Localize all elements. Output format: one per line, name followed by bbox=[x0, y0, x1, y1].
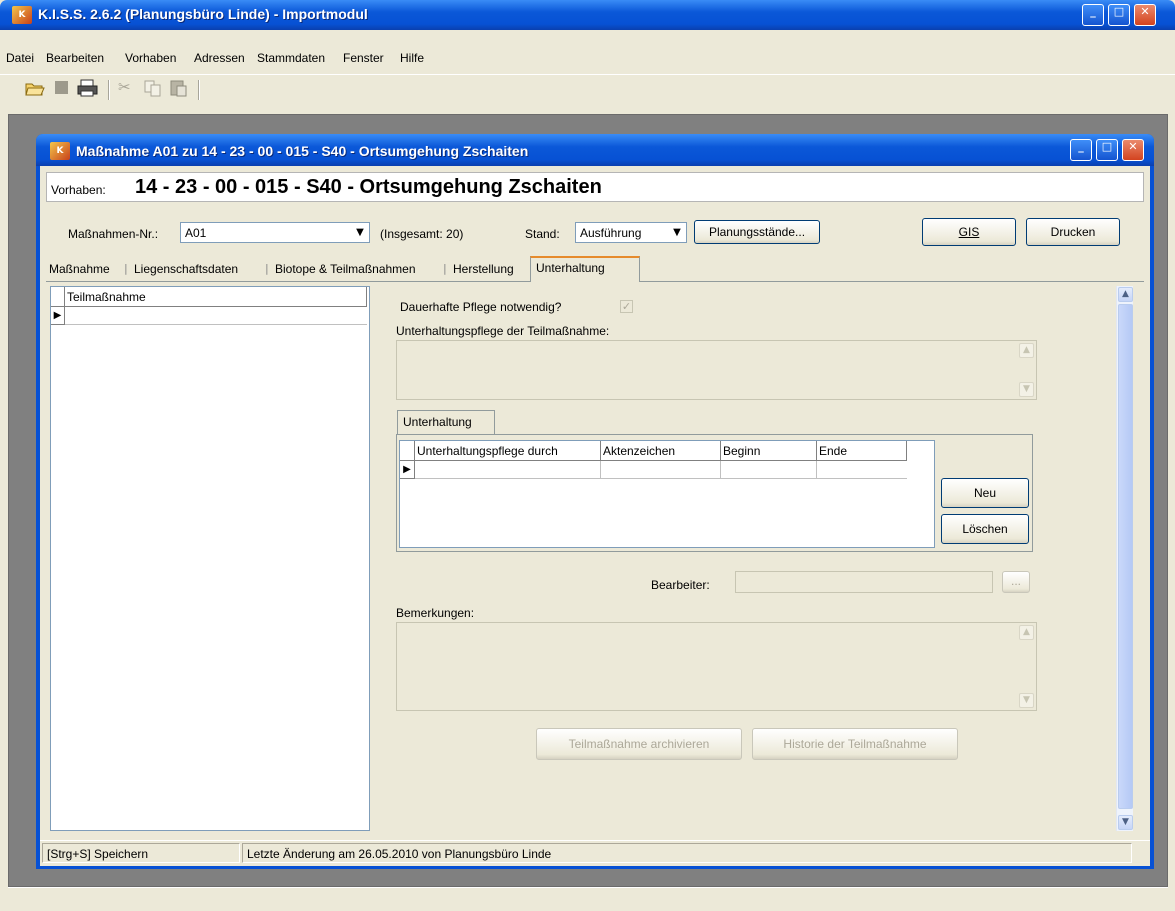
column-ende[interactable]: Ende bbox=[817, 441, 907, 461]
vertical-scrollbar[interactable]: ▲ ▼ bbox=[1116, 286, 1133, 831]
toolbar-separator bbox=[198, 80, 200, 100]
toolbar-divider bbox=[0, 74, 1175, 75]
stand-select[interactable]: Ausführung ▼ bbox=[575, 222, 687, 243]
pflege-label: Unterhaltungspflege der Teilmaßnahme: bbox=[396, 324, 610, 338]
column-unterhaltungspflege[interactable]: Unterhaltungspflege durch bbox=[415, 441, 601, 461]
app-statusbar bbox=[8, 887, 1168, 911]
historie-button[interactable]: Historie der Teilmaßnahme bbox=[752, 728, 958, 760]
table-row[interactable] bbox=[65, 307, 367, 325]
tab-unterhaltung-label: Unterhaltung bbox=[536, 261, 605, 275]
minimize-icon[interactable]: _ bbox=[1082, 4, 1104, 26]
status-left-text: [Strg+S] Speichern bbox=[47, 847, 149, 861]
massnahmen-select[interactable]: A01 ▼ bbox=[180, 222, 370, 243]
tab-massnahme[interactable]: Maßnahme bbox=[49, 262, 110, 276]
paste-icon[interactable] bbox=[168, 78, 190, 102]
planungsstaende-button[interactable]: Planungsstände... bbox=[694, 220, 820, 244]
archivieren-button[interactable]: Teilmaßnahme archivieren bbox=[536, 728, 742, 760]
table-row[interactable] bbox=[415, 461, 907, 479]
menu-hilfe[interactable]: Hilfe bbox=[400, 51, 424, 65]
vorhaben-value: 14 - 23 - 00 - 015 - S40 - Ortsumgehung … bbox=[135, 176, 602, 198]
scroll-up-icon[interactable]: ▲ bbox=[1118, 287, 1133, 302]
scroll-down-icon[interactable]: ▼ bbox=[1019, 693, 1034, 708]
massnahmen-label: Maßnahmen-Nr.: bbox=[68, 227, 159, 241]
child-maximize-icon[interactable]: □ bbox=[1096, 139, 1118, 161]
row-header-corner bbox=[400, 441, 415, 461]
tab-separator: | bbox=[265, 262, 269, 275]
row-pointer-icon: ▶ bbox=[51, 307, 65, 325]
massnahmen-value: A01 bbox=[185, 226, 207, 240]
loeschen-button[interactable]: Löschen bbox=[941, 514, 1029, 544]
scroll-up-icon[interactable]: ▲ bbox=[1019, 343, 1034, 358]
gis-button[interactable]: GIS bbox=[922, 218, 1016, 246]
teilmassnahme-grid[interactable]: Teilmaßnahme ▶ bbox=[50, 286, 370, 831]
child-minimize-icon[interactable]: _ bbox=[1070, 139, 1092, 161]
tab-herstellung[interactable]: Herstellung bbox=[453, 262, 514, 276]
pflege-textarea[interactable]: ▲ ▼ bbox=[396, 340, 1037, 400]
menu-vorhaben[interactable]: Vorhaben bbox=[125, 51, 176, 65]
copy-icon[interactable] bbox=[142, 78, 164, 102]
vorhaben-header: Vorhaben: 14 - 23 - 00 - 015 - S40 - Ort… bbox=[46, 172, 1144, 202]
row-header-corner bbox=[51, 287, 65, 307]
inner-tab-unterhaltung[interactable]: Unterhaltung bbox=[397, 410, 495, 434]
unterhaltung-grid[interactable]: Unterhaltungspflege durch Aktenzeichen B… bbox=[399, 440, 935, 548]
stop-icon[interactable] bbox=[52, 78, 72, 102]
dauerhafte-checkbox[interactable]: ✓ bbox=[620, 300, 633, 313]
stand-value: Ausführung bbox=[580, 226, 642, 240]
kiss-window-icon: K bbox=[50, 142, 70, 160]
column-beginn[interactable]: Beginn bbox=[721, 441, 817, 461]
drucken-button[interactable]: Drucken bbox=[1026, 218, 1120, 246]
scroll-down-icon[interactable]: ▼ bbox=[1019, 382, 1034, 397]
tab-biotope[interactable]: Biotope & Teilmaßnahmen bbox=[275, 262, 416, 276]
inner-tab-label: Unterhaltung bbox=[403, 415, 472, 429]
massnahme-window: K Maßnahme A01 zu 14 - 23 - 00 - 015 - S… bbox=[36, 134, 1154, 869]
menu-adressen[interactable]: Adressen bbox=[194, 51, 245, 65]
status-panel-right: Letzte Änderung am 26.05.2010 von Planun… bbox=[242, 843, 1132, 863]
bemerkungen-textarea[interactable]: ▲ ▼ bbox=[396, 622, 1037, 711]
neu-button[interactable]: Neu bbox=[941, 478, 1029, 508]
status-panel-left: [Strg+S] Speichern bbox=[42, 843, 240, 863]
bearbeiter-lookup-button[interactable]: ... bbox=[1002, 571, 1030, 593]
menu-fenster[interactable]: Fenster bbox=[343, 51, 384, 65]
row-pointer-icon: ▶ bbox=[400, 461, 415, 479]
open-folder-icon[interactable] bbox=[24, 78, 46, 102]
bemerkungen-label: Bemerkungen: bbox=[396, 606, 475, 620]
close-icon[interactable]: ✕ bbox=[1134, 4, 1156, 26]
scroll-up-icon[interactable]: ▲ bbox=[1019, 625, 1034, 640]
insgesamt-text: (Insgesamt: 20) bbox=[380, 227, 464, 241]
vorhaben-label: Vorhaben: bbox=[51, 183, 106, 197]
tab-unterhaltung[interactable]: Unterhaltung bbox=[530, 256, 640, 282]
print-icon[interactable] bbox=[76, 78, 100, 102]
scroll-down-icon[interactable]: ▼ bbox=[1118, 815, 1133, 830]
cut-icon[interactable]: ✂ bbox=[118, 78, 138, 102]
window-client: Vorhaben: 14 - 23 - 00 - 015 - S40 - Ort… bbox=[40, 166, 1150, 866]
tab-separator: | bbox=[124, 262, 128, 275]
column-aktenzeichen[interactable]: Aktenzeichen bbox=[601, 441, 721, 461]
dauerhafte-label: Dauerhafte Pflege notwendig? bbox=[400, 300, 562, 314]
column-teilmassnahme[interactable]: Teilmaßnahme bbox=[65, 287, 367, 307]
menu-bearbeiten[interactable]: Bearbeiten bbox=[46, 51, 104, 65]
scrollbar-thumb[interactable] bbox=[1118, 304, 1133, 809]
main-title-bar[interactable]: K K.I.S.S. 2.6.2 (Planungsbüro Linde) - … bbox=[0, 0, 1175, 30]
bearbeiter-field[interactable] bbox=[735, 571, 993, 593]
tab-separator: | bbox=[443, 262, 447, 275]
child-title: Maßnahme A01 zu 14 - 23 - 00 - 015 - S40… bbox=[76, 143, 529, 159]
chevron-down-icon[interactable]: ▼ bbox=[669, 224, 685, 241]
child-close-icon[interactable]: ✕ bbox=[1122, 139, 1144, 161]
status-right-text: Letzte Änderung am 26.05.2010 von Planun… bbox=[247, 847, 552, 861]
inner-tab-panel: Unterhaltungspflege durch Aktenzeichen B… bbox=[396, 434, 1033, 552]
app-title: K.I.S.S. 2.6.2 (Planungsbüro Linde) - Im… bbox=[38, 6, 368, 22]
stand-label: Stand: bbox=[525, 227, 560, 241]
window-statusbar: [Strg+S] Speichern Letzte Änderung am 26… bbox=[40, 840, 1150, 864]
toolbar-separator bbox=[108, 80, 110, 100]
tab-liegenschaftsdaten[interactable]: Liegenschaftsdaten bbox=[134, 262, 238, 276]
menu-stammdaten[interactable]: Stammdaten bbox=[257, 51, 325, 65]
chevron-down-icon[interactable]: ▼ bbox=[352, 224, 368, 241]
menu-datei[interactable]: Datei bbox=[6, 51, 34, 65]
kiss-app-icon: K bbox=[12, 6, 32, 24]
maximize-icon[interactable]: □ bbox=[1108, 4, 1130, 26]
bearbeiter-label: Bearbeiter: bbox=[651, 578, 710, 592]
child-title-bar[interactable]: K Maßnahme A01 zu 14 - 23 - 00 - 015 - S… bbox=[36, 134, 1154, 166]
